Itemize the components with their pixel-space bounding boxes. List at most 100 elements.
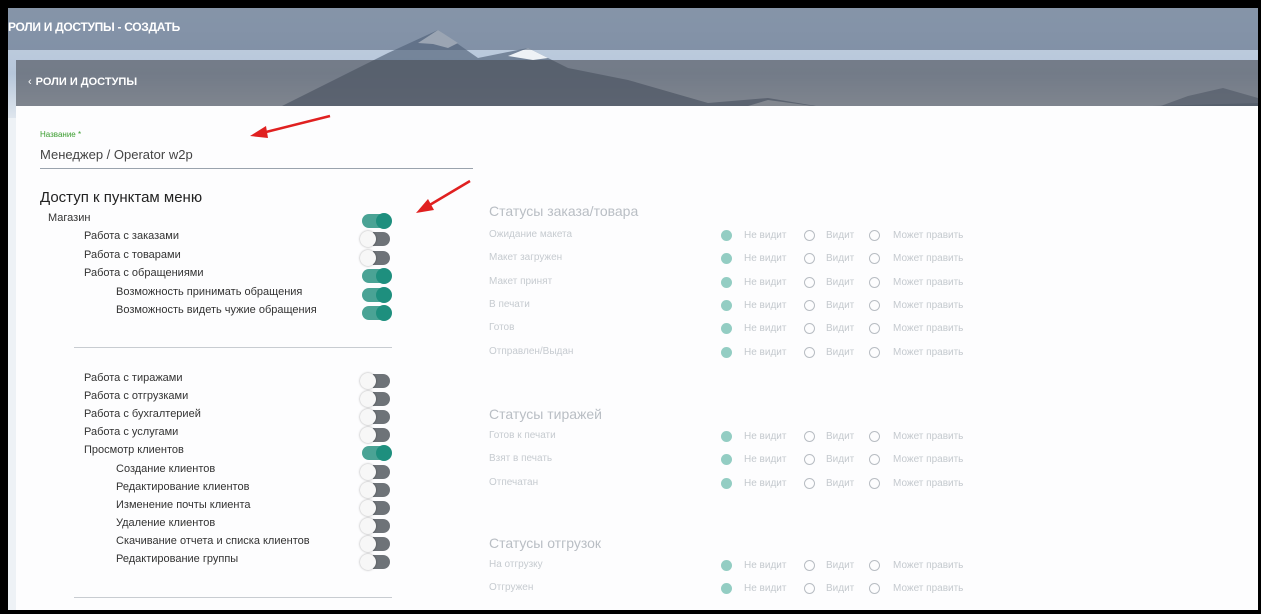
menu-item-toggle[interactable] — [362, 445, 392, 462]
menu-item-label: Редактирование группы — [116, 553, 239, 565]
menu-item-label: Возможность видеть чужие обращения — [116, 304, 317, 316]
radio-edit-label: Может править — [893, 346, 964, 358]
radio-view-label: Видит — [826, 253, 855, 265]
menu-item-label: Скачивание отчета и списка клиентов — [116, 534, 310, 547]
name-field-label: Название * — [40, 130, 82, 139]
radio-edit-label: Может править — [893, 583, 964, 595]
radio-edit[interactable] — [869, 560, 880, 571]
menu-item-toggle[interactable] — [362, 213, 392, 229]
radio-view[interactable] — [804, 560, 815, 571]
radio-edit-label: Может править — [893, 477, 964, 489]
menu-item-toggle[interactable] — [360, 517, 390, 534]
menu-item-label: Работа с заказами — [84, 230, 179, 242]
status-row-label: Взят в печать — [489, 453, 553, 465]
radio-view-label: Видит — [826, 276, 855, 288]
status-row-label: На отгрузку — [489, 559, 543, 570]
radio-hidden-label: Не видит — [744, 454, 787, 466]
menu-item-label: Работа с отгрузками — [84, 390, 189, 403]
radio-hidden[interactable] — [721, 477, 732, 489]
menu-item-toggle[interactable] — [362, 268, 392, 284]
menu-item-label: Работа с услугами — [84, 426, 179, 439]
radio-hidden-label: Не видит — [744, 253, 787, 265]
menu-item-toggle[interactable] — [360, 554, 390, 570]
radio-view-label: Видит — [826, 477, 855, 489]
radio-edit-label: Может править — [893, 431, 964, 442]
radio-edit[interactable] — [869, 276, 880, 288]
section-divider — [74, 597, 392, 598]
name-input[interactable]: Менеджер / Operator w2p — [40, 147, 193, 162]
radio-view-label: Видит — [826, 583, 855, 595]
radio-edit-label: Может править — [893, 299, 964, 311]
menu-item-toggle[interactable] — [360, 499, 390, 516]
menu-item-label: Магазин — [48, 212, 91, 224]
status-row-label: В печати — [489, 298, 530, 310]
menu-item-toggle[interactable] — [360, 535, 390, 552]
radio-hidden[interactable] — [721, 431, 732, 442]
menu-item-label: Редактирование клиентов — [116, 480, 250, 493]
status-group-title: Статусы отгрузок — [489, 535, 602, 551]
menu-item-toggle[interactable] — [360, 427, 390, 444]
section-divider — [74, 347, 392, 348]
radio-edit-label: Может править — [893, 454, 964, 466]
radio-hidden[interactable] — [721, 230, 732, 241]
menu-item-toggle[interactable] — [360, 463, 390, 480]
status-row-label: Готов к печати — [489, 430, 556, 441]
status-row-label: Отпечатан — [489, 476, 539, 488]
radio-view-label: Видит — [826, 323, 855, 335]
radio-edit-label: Может править — [893, 323, 964, 335]
radio-edit-label: Может править — [893, 276, 964, 288]
menu-item-toggle[interactable] — [360, 250, 390, 266]
status-group-title: Статусы заказа/товара — [489, 203, 639, 219]
menu-item-toggle[interactable] — [360, 373, 390, 389]
menu-item-label: Изменение почты клиента — [116, 498, 251, 511]
radio-view-label: Видит — [826, 230, 855, 241]
back-label: РОЛИ И ДОСТУПЫ — [35, 76, 138, 88]
menu-item-toggle[interactable] — [360, 231, 390, 247]
status-row-label: Макет принят — [489, 275, 553, 287]
radio-edit[interactable] — [869, 299, 880, 311]
radio-hidden[interactable] — [721, 346, 732, 358]
radio-view[interactable] — [804, 230, 815, 241]
status-row-label: Макет загружен — [489, 252, 563, 264]
radio-hidden-label: Не видит — [744, 431, 787, 442]
radio-view[interactable] — [804, 276, 815, 288]
radio-view[interactable] — [804, 477, 815, 489]
radio-edit[interactable] — [869, 431, 880, 442]
radio-view-label: Видит — [826, 299, 855, 311]
name-input-underline — [40, 168, 473, 169]
menu-item-label: Работа с бухгалтерией — [84, 408, 201, 421]
radio-view-label: Видит — [826, 454, 855, 466]
menu-item-toggle[interactable] — [360, 481, 390, 498]
radio-hidden[interactable] — [721, 276, 732, 288]
radio-view-label: Видит — [826, 431, 855, 442]
menu-item-label: Удаление клиентов — [116, 516, 216, 529]
title-bar — [8, 8, 1258, 50]
radio-hidden-label: Не видит — [744, 583, 787, 595]
radio-hidden-label: Не видит — [744, 477, 787, 489]
menu-item-toggle[interactable] — [360, 409, 390, 426]
menu-item-toggle[interactable] — [362, 305, 392, 321]
radio-view[interactable] — [804, 299, 815, 311]
radio-hidden[interactable] — [721, 560, 732, 571]
menu-item-label: Создание клиентов — [116, 462, 216, 475]
radio-edit[interactable] — [869, 230, 880, 241]
radio-edit[interactable] — [869, 346, 880, 358]
radio-view-label: Видит — [826, 560, 855, 571]
status-row-label: Отгружен — [489, 582, 534, 594]
breadcrumb-bar — [16, 60, 1258, 106]
radio-view[interactable] — [804, 346, 815, 358]
radio-hidden-label: Не видит — [744, 323, 787, 335]
menu-item-label: Работа с товарами — [84, 249, 181, 261]
radio-edit-label: Может править — [893, 253, 964, 265]
menu-item-label: Возможность принимать обращения — [116, 286, 303, 298]
back-link[interactable]: ‹ РОЛИ И ДОСТУПЫ — [28, 76, 137, 88]
menu-item-toggle[interactable] — [360, 391, 390, 408]
menu-item-toggle[interactable] — [362, 287, 392, 303]
radio-edit[interactable] — [869, 477, 880, 489]
page-title: РОЛИ И ДОСТУПЫ - СОЗДАТЬ — [8, 20, 180, 34]
radio-hidden[interactable] — [721, 299, 732, 311]
status-group-title: Статусы тиражей — [489, 406, 602, 422]
chevron-left-icon: ‹ — [28, 76, 32, 88]
status-row-label: Готов — [489, 322, 515, 334]
radio-view[interactable] — [804, 431, 815, 442]
